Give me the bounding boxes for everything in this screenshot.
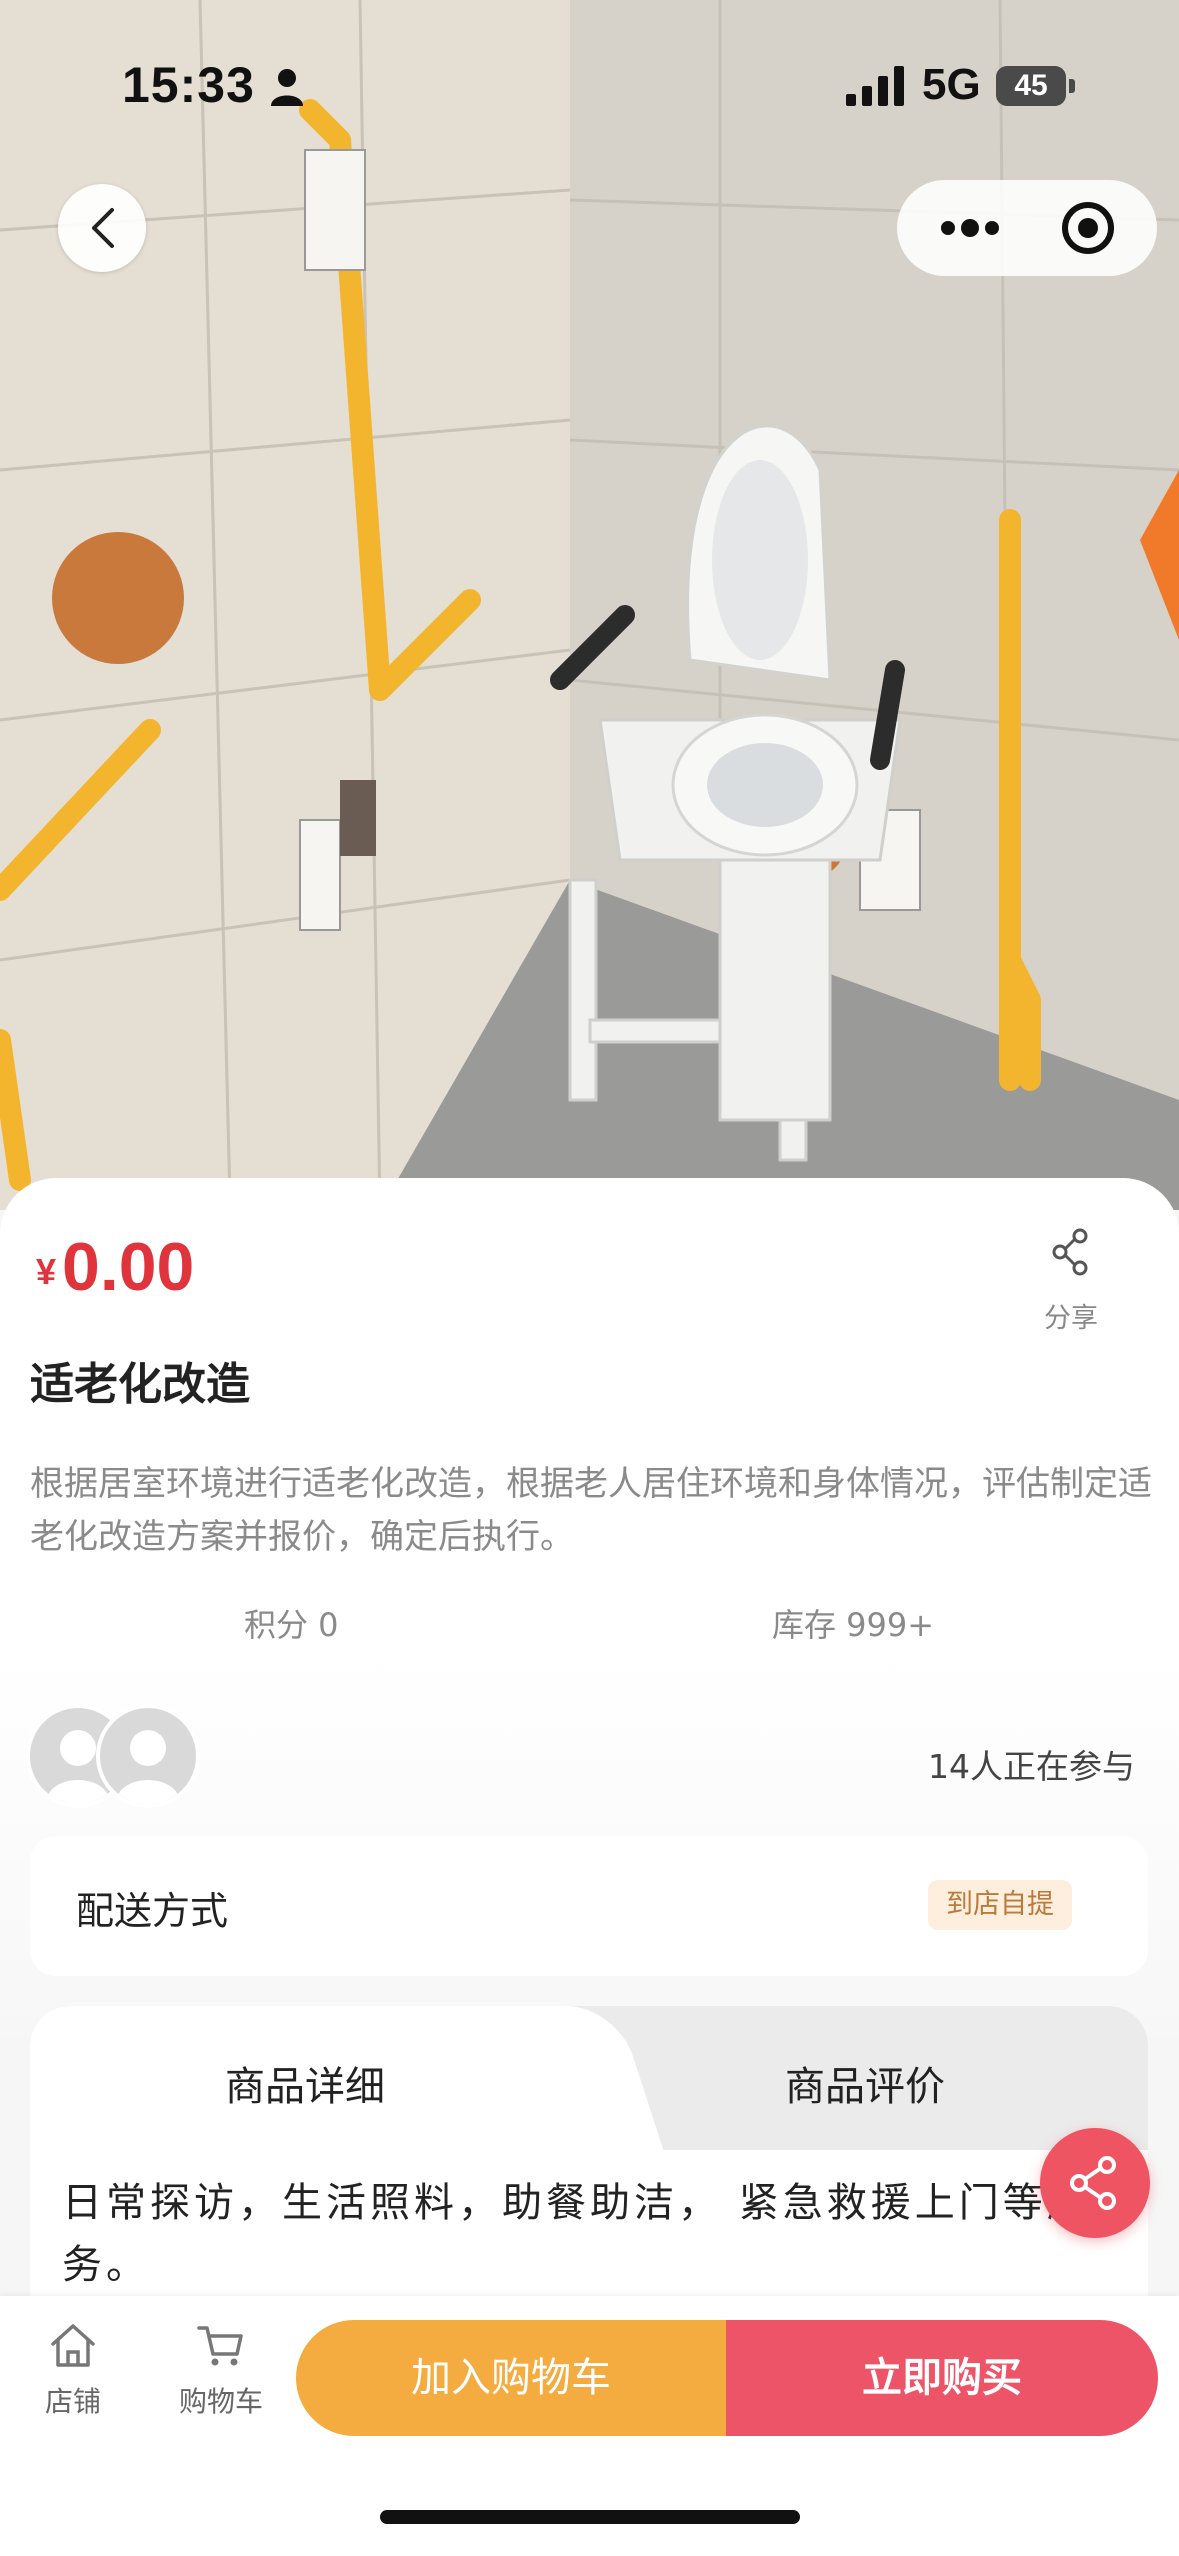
status-time: 15:33 [122, 57, 255, 113]
detail-tabs: 商品详细 商品评价 [30, 2006, 1148, 2150]
tab-product-detail[interactable]: 商品详细 [225, 2054, 385, 2112]
person-icon [271, 69, 303, 106]
currency-symbol: ¥ [36, 1251, 57, 1292]
detail-text: 日常探访，生活照料，助餐助洁， 紧急救援上门等服务。 [62, 2180, 1091, 2288]
shop-nav-button[interactable]: 店铺 [18, 2320, 128, 2420]
close-target-icon[interactable] [1060, 200, 1116, 256]
signal-icon [846, 66, 904, 106]
product-title: 适老化改造 [30, 1359, 250, 1410]
avatar [96, 1704, 200, 1808]
share-button[interactable]: 分享 [1036, 1228, 1106, 1335]
home-indicator [380, 2510, 800, 2524]
cart-label: 购物车 [178, 2385, 263, 2418]
battery-level: 45 [996, 66, 1066, 106]
add-to-cart-button[interactable]: 加入购物车 [296, 2320, 726, 2436]
stock-info: 库存 999+ [772, 1606, 935, 1644]
participant-avatars [26, 1704, 206, 1808]
delivery-option-badge: 到店自提 [928, 1880, 1072, 1930]
floating-share-button[interactable] [1040, 2128, 1150, 2238]
cart-icon [197, 2326, 243, 2366]
share-label: 分享 [1044, 1303, 1098, 1334]
points-info: 积分 0 [244, 1606, 339, 1644]
home-icon [51, 2324, 95, 2367]
delivery-row[interactable]: 配送方式 到店自提 [30, 1836, 1148, 1976]
battery-icon: 45 [996, 66, 1076, 106]
detail-content: 日常探访，生活照料，助餐助洁， 紧急救援上门等服务。 [30, 2150, 1148, 2300]
shop-label: 店铺 [44, 2385, 101, 2418]
share-icon [1070, 2156, 1116, 2210]
network-type: 5G [922, 60, 981, 109]
buy-now-button[interactable]: 立即购买 [726, 2320, 1158, 2436]
status-bar: 15:33 5G 45 [0, 0, 1179, 160]
cart-nav-button[interactable]: 购物车 [166, 2320, 276, 2420]
chevron-left-icon [92, 208, 114, 248]
tab-product-reviews[interactable]: 商品评价 [785, 2054, 945, 2112]
price-value: 0.00 [62, 1229, 195, 1305]
share-icon [1052, 1228, 1088, 1276]
participants-count: 14人正在参与 [928, 1747, 1135, 1786]
miniprogram-capsule [897, 180, 1157, 276]
product-description: 根据居室环境进行适老化改造，根据老人居住环境和身体情况，评估制定适老化改造方案并… [30, 1464, 1152, 1557]
more-icon[interactable] [935, 206, 1005, 250]
product-price: ¥0.00 [36, 1228, 194, 1306]
back-button[interactable] [58, 184, 146, 272]
delivery-label: 配送方式 [76, 1889, 229, 1933]
